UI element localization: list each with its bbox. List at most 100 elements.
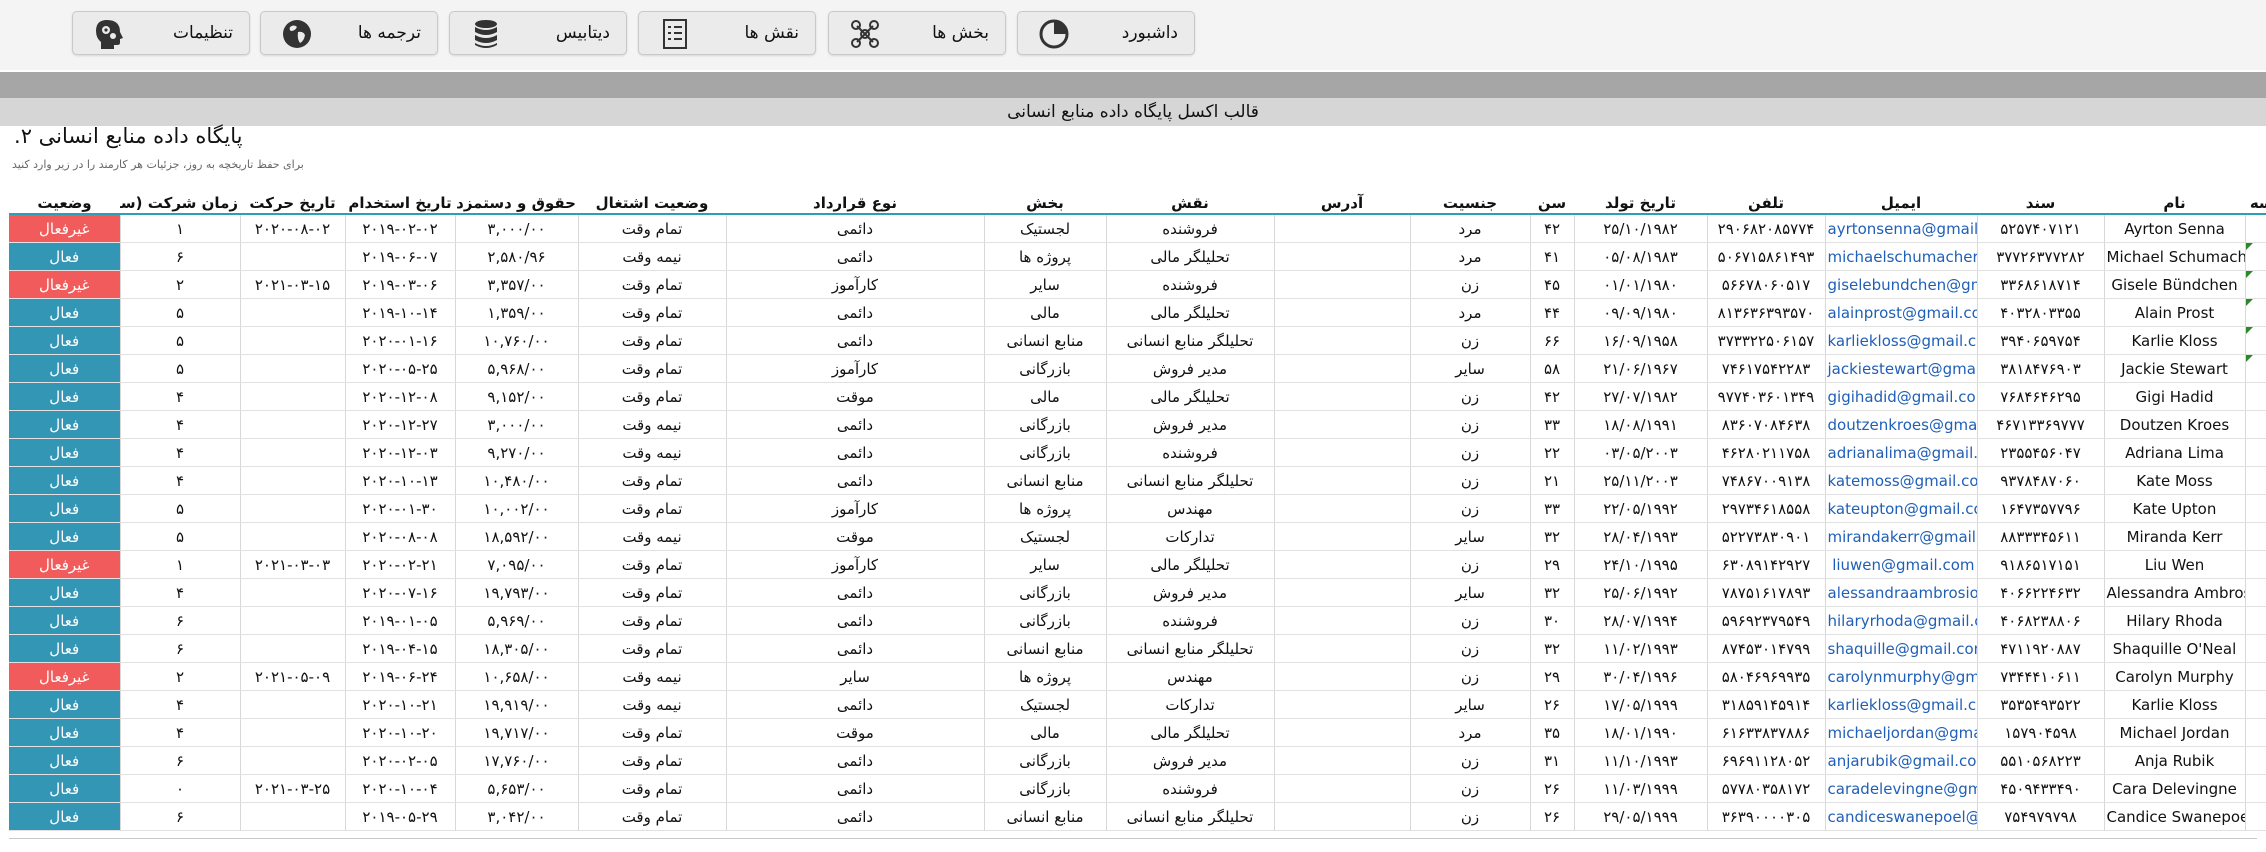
age-cell[interactable]: ۴۴ [1529,298,1574,327]
contract-type-cell[interactable]: موقت [725,718,984,747]
department-cell[interactable]: سایر [983,270,1106,299]
email-cell[interactable]: alessandraambrosio@gmail.com [1824,578,1977,607]
name-cell[interactable]: Ayrton Senna [2103,214,2245,243]
table-row[interactable]: فعال ۰ ۲۰۲۱-۰۳-۲۵ ۲۰۲۰-۱۰-۰۴ ۵,۶۵۳/۰۰ تمام وق… [9,774,2266,803]
salary-cell[interactable]: ۱۰,۷۶۰/۰۰ [454,326,578,355]
hire-date-cell[interactable]: ۲۰۲۰-۱۰-۲۱ [344,690,455,719]
employment-status-cell[interactable]: تمام وقت [577,578,726,607]
table-row[interactable]: غیرفعال ۲ ۲۰۲۱-۰۳-۱۵ ۲۰۱۹-۰۳-۰۶ ۳,۳۵۷/۰۰ تمام… [9,270,2266,299]
hire-date-cell[interactable]: ۲۰۱۹-۰۶-۲۴ [344,662,455,691]
role-cell[interactable]: تحلیلگر مالی [1105,382,1274,411]
age-cell[interactable]: ۴۱ [1529,242,1574,271]
column-header[interactable]: آدرس [1274,192,1410,215]
email-cell[interactable]: anjarubik@gmail.com [1824,746,1977,775]
employment-status-cell[interactable]: نیمه وقت [577,242,726,271]
name-cell[interactable]: Hilary Rhoda [2103,606,2245,635]
employment-status-cell[interactable]: نیمه وقت [577,690,726,719]
phone-cell[interactable]: ۴۶۲۸۰۲۱۱۷۵۸ [1706,438,1825,467]
name-cell[interactable]: Candice Swanepoel [2103,802,2245,831]
id-cell[interactable]: ۱۰ [2244,466,2266,495]
contract-type-cell[interactable]: دائمی [725,214,984,243]
status-cell[interactable]: فعال [9,718,120,747]
age-cell[interactable]: ۲۲ [1529,438,1574,467]
id-cell[interactable]: ۵ [2244,326,2266,355]
hire-date-cell[interactable]: ۲۰۱۹-۰۲-۰۲ [344,214,455,243]
department-cell[interactable]: بازرگانی [983,438,1106,467]
employment-status-cell[interactable]: تمام وقت [577,214,726,243]
address-cell[interactable] [1273,774,1410,803]
document-cell[interactable]: ۳۸۱۸۴۷۶۹۰۳ [1976,354,2104,383]
status-cell[interactable]: فعال [9,382,120,411]
gender-cell[interactable]: زن [1409,270,1530,299]
gender-cell[interactable]: سایر [1409,354,1530,383]
role-cell[interactable]: مهندس [1105,494,1274,523]
employment-status-cell[interactable]: تمام وقت [577,466,726,495]
tenure-cell[interactable]: ۶ [119,634,240,663]
column-header[interactable]: تاریخ تولد [1574,192,1707,215]
column-header[interactable]: سند [1977,192,2104,215]
document-cell[interactable]: ۳۳۶۸۶۱۸۷۱۴ [1976,270,2104,299]
email-cell[interactable]: shaquille@gmail.com [1824,634,1977,663]
contract-type-cell[interactable]: دائمی [725,634,984,663]
address-cell[interactable] [1273,214,1410,243]
name-cell[interactable]: Liu Wen [2103,550,2245,579]
tenure-cell[interactable]: ۰ [119,774,240,803]
departments-button[interactable]: بخش ها [828,11,1006,55]
document-cell[interactable]: ۵۲۵۷۴۰۷۱۲۱ [1976,214,2104,243]
document-cell[interactable]: ۷۵۴۹۷۹۷۹۸ [1976,802,2104,831]
birth-date-cell[interactable]: ۲۸/۰۷/۱۹۹۴ [1573,606,1707,635]
move-date-cell[interactable] [239,578,345,607]
department-cell[interactable]: پروژه ها [983,662,1106,691]
move-date-cell[interactable]: ۲۰۲۱-۰۳-۱۵ [239,270,345,299]
id-cell[interactable]: ۱۶ [2244,634,2266,663]
name-cell[interactable]: Cara Delevingne [2103,774,2245,803]
table-row[interactable]: فعال ۴ ۲۰۲۰-۱۰-۲۱ ۱۹,۹۱۹/۰۰ نیمه وقت دائمی لجس… [9,690,2266,719]
id-cell[interactable]: ۹ [2244,438,2266,467]
role-cell[interactable]: تحلیلگر منابع انسانی [1105,802,1274,831]
employment-status-cell[interactable]: تمام وقت [577,270,726,299]
hire-date-cell[interactable]: ۲۰۲۰-۱۲-۲۷ [344,410,455,439]
department-cell[interactable]: پروژه ها [983,494,1106,523]
birth-date-cell[interactable]: ۱۱/۰۳/۱۹۹۹ [1573,774,1707,803]
phone-cell[interactable]: ۷۴۸۶۷۰۰۹۱۳۸ [1706,466,1825,495]
document-cell[interactable]: ۳۹۴۰۶۵۹۷۵۴ [1976,326,2104,355]
hire-date-cell[interactable]: ۲۰۲۰-۱۰-۲۰ [344,718,455,747]
address-cell[interactable] [1273,550,1410,579]
birth-date-cell[interactable]: ۲۷/۰۷/۱۹۸۲ [1573,382,1707,411]
move-date-cell[interactable] [239,606,345,635]
email-cell[interactable]: adrianalima@gmail.com [1824,438,1977,467]
gender-cell[interactable]: مرد [1409,214,1530,243]
tenure-cell[interactable]: ۶ [119,606,240,635]
document-cell[interactable]: ۱۶۴۷۳۵۷۷۹۶ [1976,494,2104,523]
hire-date-cell[interactable]: ۲۰۲۰-۱۲-۰۳ [344,438,455,467]
birth-date-cell[interactable]: ۳۰/۰۴/۱۹۹۶ [1573,662,1707,691]
age-cell[interactable]: ۳۳ [1529,410,1574,439]
birth-date-cell[interactable]: ۰۹/۰۹/۱۹۸۰ [1573,298,1707,327]
employment-status-cell[interactable]: تمام وقت [577,774,726,803]
age-cell[interactable]: ۳۳ [1529,494,1574,523]
role-cell[interactable]: تدارکات [1105,690,1274,719]
phone-cell[interactable]: ۵۹۶۹۲۳۷۹۵۴۹ [1706,606,1825,635]
status-cell[interactable]: فعال [9,410,120,439]
contract-type-cell[interactable]: دائمی [725,774,984,803]
role-cell[interactable]: مدیر فروش [1105,578,1274,607]
move-date-cell[interactable] [239,522,345,551]
salary-cell[interactable]: ۵,۹۶۸/۰۰ [454,354,578,383]
department-cell[interactable]: منابع انسانی [983,802,1106,831]
phone-cell[interactable]: ۲۹۰۶۸۲۰۸۵۷۷۴ [1706,214,1825,243]
column-header[interactable]: وضعیت اشتغال [578,192,726,215]
department-cell[interactable]: سایر [983,550,1106,579]
document-cell[interactable]: ۳۵۳۵۴۹۳۵۲۲ [1976,690,2104,719]
email-cell[interactable]: karliekloss@gmail.com [1824,690,1977,719]
gender-cell[interactable]: مرد [1409,718,1530,747]
role-cell[interactable]: فروشنده [1105,438,1274,467]
role-cell[interactable]: تحلیلگر مالی [1105,242,1274,271]
name-cell[interactable]: Michael Jordan [2103,718,2245,747]
document-cell[interactable]: ۹۳۷۸۴۸۷۰۶۰ [1976,466,2104,495]
department-cell[interactable]: بازرگانی [983,774,1106,803]
status-cell[interactable]: فعال [9,326,120,355]
email-cell[interactable]: carolynmurphy@gmail.com [1824,662,1977,691]
contract-type-cell[interactable]: دائمی [725,326,984,355]
contract-type-cell[interactable]: دائمی [725,466,984,495]
column-header[interactable]: تاریخ استخدام [345,192,455,215]
